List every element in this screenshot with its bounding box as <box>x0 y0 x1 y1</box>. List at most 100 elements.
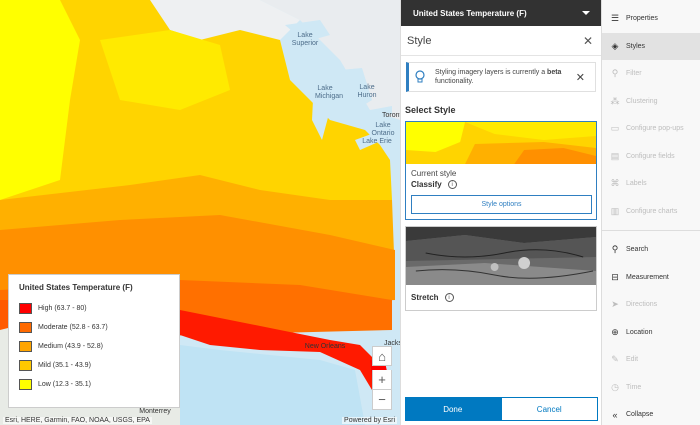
tool-popup: ▭ Configure pop-ups <box>602 115 700 143</box>
beta-notice: Styling imagery layers is currently a be… <box>406 62 596 92</box>
toolbar-divider <box>602 230 700 231</box>
tool-label: Configure charts <box>626 207 678 215</box>
legend-swatch <box>19 360 32 371</box>
legend-item: High (63.7 - 80) <box>19 299 169 318</box>
tool-measurement[interactable]: ⊟ Measurement <box>602 264 700 292</box>
directions-icon: ➤ <box>611 299 619 310</box>
style-card-stretch[interactable]: Stretch i <box>405 226 597 311</box>
panel-footer: Done Cancel <box>405 397 598 421</box>
tool-edit: ✎ Edit <box>602 346 700 374</box>
minus-icon: − <box>378 392 386 407</box>
panel-title: Style <box>407 34 432 47</box>
info-icon[interactable]: i <box>444 293 454 302</box>
home-button[interactable]: ⌂ <box>372 346 392 366</box>
zoom-in-button[interactable]: + <box>372 370 392 390</box>
fields-icon: ▤ <box>610 150 620 161</box>
collapse-icon: « <box>612 409 618 420</box>
tool-charts: ▥ Configure charts <box>602 198 700 226</box>
legend-swatch <box>19 379 32 390</box>
classify-thumbnail <box>406 122 596 164</box>
tool-label: Measurement <box>626 273 669 281</box>
time-icon: ◷ <box>611 381 619 392</box>
tool-label: Time <box>626 383 642 391</box>
tool-fields: ▤ Configure fields <box>602 143 700 171</box>
tool-search[interactable]: ⚲ Search <box>602 236 700 264</box>
lake-huron-label: Lake Huron <box>357 84 377 99</box>
tool-label: Edit <box>626 356 639 364</box>
tool-properties[interactable]: ☰ Properties <box>602 5 700 33</box>
legend-label: Moderate (52.8 - 63.7) <box>38 324 108 331</box>
tool-directions: ➤ Directions <box>602 291 700 319</box>
layer-title: United States Temperature (F) <box>413 8 527 18</box>
tool-location[interactable]: ⊕ Location <box>602 319 700 347</box>
stretch-thumbnail <box>406 227 596 285</box>
legend-item: Mild (35.1 - 43.9) <box>19 356 169 375</box>
tool-labels: ⌘ Labels <box>602 170 700 198</box>
tool-label: Location <box>626 328 653 336</box>
edit-icon: ✎ <box>611 354 619 365</box>
legend-item: Medium (43.9 - 52.8) <box>19 337 169 356</box>
style-name: Stretch i <box>411 293 592 302</box>
home-icon: ⌂ <box>378 348 386 364</box>
legend-swatch <box>19 341 32 352</box>
style-options-button[interactable]: Style options <box>411 195 592 214</box>
style-panel: United States Temperature (F) Style ✕ St… <box>400 0 601 425</box>
attribution[interactable]: Esri, HERE, Garmin, FAO, NOAA, USGS, EPA <box>3 417 152 424</box>
map-controls: ⌂ + − <box>372 346 392 410</box>
tool-label: Configure fields <box>626 152 675 160</box>
style-card-classify[interactable]: Current style Classify i Style options <box>405 121 597 220</box>
close-notice-icon[interactable]: ✕ <box>576 71 585 84</box>
new-orleans-label: New Orleans <box>304 343 346 350</box>
lake-ontario-label: Lake Ontario <box>371 122 395 137</box>
measurement-icon: ⊟ <box>611 271 619 282</box>
location-icon: ⊕ <box>611 326 619 337</box>
settings-toolbar: ☰ Properties ◈ Styles ⚲ Filter ⁂ Clustering ▭ Con… <box>601 0 700 425</box>
tool-label: Directions <box>626 301 658 309</box>
close-icon[interactable]: ✕ <box>583 34 593 48</box>
legend-label: High (63.7 - 80) <box>38 305 87 312</box>
legend-title: United States Temperature (F) <box>19 283 133 292</box>
tool-label: Configure pop-ups <box>626 125 684 133</box>
tool-collapse[interactable]: « Collapse <box>602 401 700 425</box>
legend-item: Low (12.3 - 35.1) <box>19 375 169 394</box>
filter-icon: ⚲ <box>611 68 619 79</box>
lake-superior-label: Lake Superior <box>291 32 319 47</box>
tool-styles[interactable]: ◈ Styles <box>602 32 700 60</box>
monterrey-label: Monterrey <box>139 408 171 415</box>
current-style-label: Current style <box>411 169 457 178</box>
layer-selector[interactable]: United States Temperature (F) <box>401 0 601 26</box>
cancel-button[interactable]: Cancel <box>500 397 598 421</box>
card-body: Current style Classify i Style options <box>406 164 596 219</box>
tool-label: Filter <box>626 70 642 78</box>
labels-icon: ⌘ <box>610 178 620 189</box>
select-style-label: Select Style <box>405 105 456 115</box>
tool-time: ◷ Time <box>602 374 700 402</box>
charts-icon: ▥ <box>610 205 620 216</box>
tool-label: Properties <box>626 15 658 23</box>
plus-icon: + <box>378 372 386 387</box>
tool-filter: ⚲ Filter <box>602 60 700 88</box>
panel-header: Style ✕ <box>401 26 601 56</box>
info-icon[interactable]: i <box>447 180 457 189</box>
tool-label: Labels <box>626 180 647 188</box>
tool-label: Search <box>626 246 649 254</box>
caret-down-icon <box>582 11 590 15</box>
lake-erie-label: Lake Erie <box>362 138 392 145</box>
properties-icon: ☰ <box>610 13 620 24</box>
map-view[interactable]: Lake Superior Lake Michigan Lake Huron L… <box>0 0 400 425</box>
toronto-label: Toronto <box>382 112 400 119</box>
tool-clustering: ⁂ Clustering <box>602 88 700 116</box>
powered-by-esri[interactable]: Powered by Esri <box>342 417 397 424</box>
tool-label: Styles <box>626 42 646 50</box>
legend-swatch <box>19 322 32 333</box>
tool-label: Collapse <box>626 411 654 419</box>
card-body: Stretch i <box>406 285 596 310</box>
clustering-icon: ⁂ <box>610 95 620 106</box>
styles-icon: ◈ <box>611 40 619 51</box>
lightbulb-icon <box>415 70 425 83</box>
map-viewer: Lake Superior Lake Michigan Lake Huron L… <box>0 0 700 425</box>
popup-icon: ▭ <box>610 123 620 134</box>
zoom-out-button[interactable]: − <box>372 390 392 410</box>
done-button[interactable]: Done <box>405 397 501 421</box>
notice-text: Styling imagery layers is currently a be… <box>435 69 562 85</box>
